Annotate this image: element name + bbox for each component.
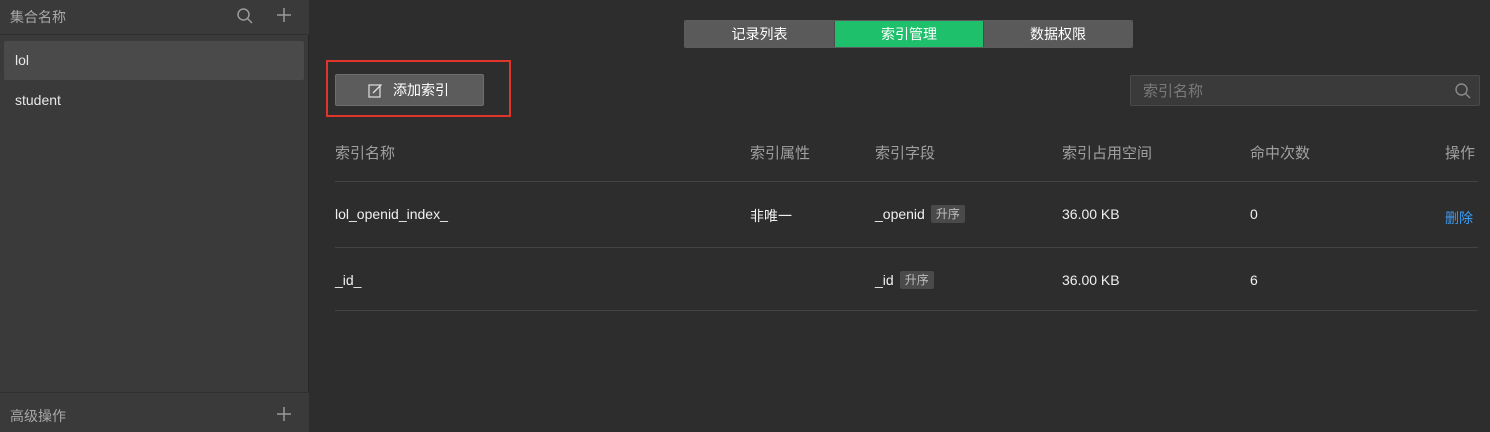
field-name: _openid bbox=[875, 206, 925, 222]
cell-index-name: _id_ bbox=[335, 272, 362, 288]
tab-permissions[interactable]: 数据权限 bbox=[983, 21, 1132, 47]
order-badge: 升序 bbox=[899, 271, 934, 289]
sidebar-footer: 高级操作 bbox=[0, 392, 309, 432]
sidebar-item-label: lol bbox=[15, 52, 30, 68]
edit-icon bbox=[368, 84, 382, 98]
header-index-size: 索引占用空间 bbox=[1062, 145, 1153, 162]
sidebar-title: 集合名称 bbox=[10, 9, 66, 25]
cell-index-field: _id 升序 bbox=[875, 271, 934, 289]
tab-records[interactable]: 记录列表 bbox=[685, 21, 834, 47]
cell-hit-count: 6 bbox=[1250, 272, 1258, 288]
header-hit-count: 命中次数 bbox=[1250, 145, 1311, 162]
sidebar-item-student[interactable]: student bbox=[4, 81, 304, 120]
add-collection-icon[interactable] bbox=[275, 6, 293, 24]
sidebar-header: 集合名称 bbox=[0, 0, 309, 35]
cell-hit-count: 0 bbox=[1250, 206, 1258, 222]
index-search bbox=[1130, 75, 1480, 106]
cell-index-size: 36.00 KB bbox=[1062, 272, 1120, 288]
sidebar: 集合名称 lol student 高级操作 bbox=[0, 0, 309, 432]
table-divider bbox=[335, 310, 1478, 311]
advanced-ops-title: 高级操作 bbox=[10, 408, 66, 424]
cell-index-attr: 非唯一 bbox=[750, 208, 792, 224]
index-search-input[interactable] bbox=[1143, 80, 1443, 102]
cell-index-field: _openid 升序 bbox=[875, 205, 965, 223]
header-index-field: 索引字段 bbox=[875, 145, 936, 162]
delete-index-link[interactable]: 删除 bbox=[1445, 208, 1473, 228]
header-index-name: 索引名称 bbox=[335, 145, 396, 162]
table-divider bbox=[335, 247, 1478, 248]
add-index-button[interactable]: 添加索引 bbox=[335, 74, 484, 106]
tab-bar: 记录列表 索引管理 数据权限 bbox=[684, 20, 1133, 48]
search-icon[interactable] bbox=[1454, 82, 1472, 100]
add-advanced-icon[interactable] bbox=[275, 405, 293, 423]
table-divider bbox=[335, 181, 1478, 182]
search-icon[interactable] bbox=[236, 7, 254, 25]
order-badge: 升序 bbox=[930, 205, 965, 223]
cell-index-size: 36.00 KB bbox=[1062, 206, 1120, 222]
add-index-label: 添加索引 bbox=[393, 82, 449, 98]
header-actions: 操作 bbox=[1445, 145, 1476, 162]
header-index-attr: 索引属性 bbox=[750, 145, 811, 162]
cell-index-name: lol_openid_index_ bbox=[335, 206, 448, 222]
sidebar-item-label: student bbox=[15, 92, 61, 108]
tab-indexes[interactable]: 索引管理 bbox=[834, 21, 983, 47]
field-name: _id bbox=[875, 272, 894, 288]
sidebar-item-lol[interactable]: lol bbox=[4, 41, 304, 80]
